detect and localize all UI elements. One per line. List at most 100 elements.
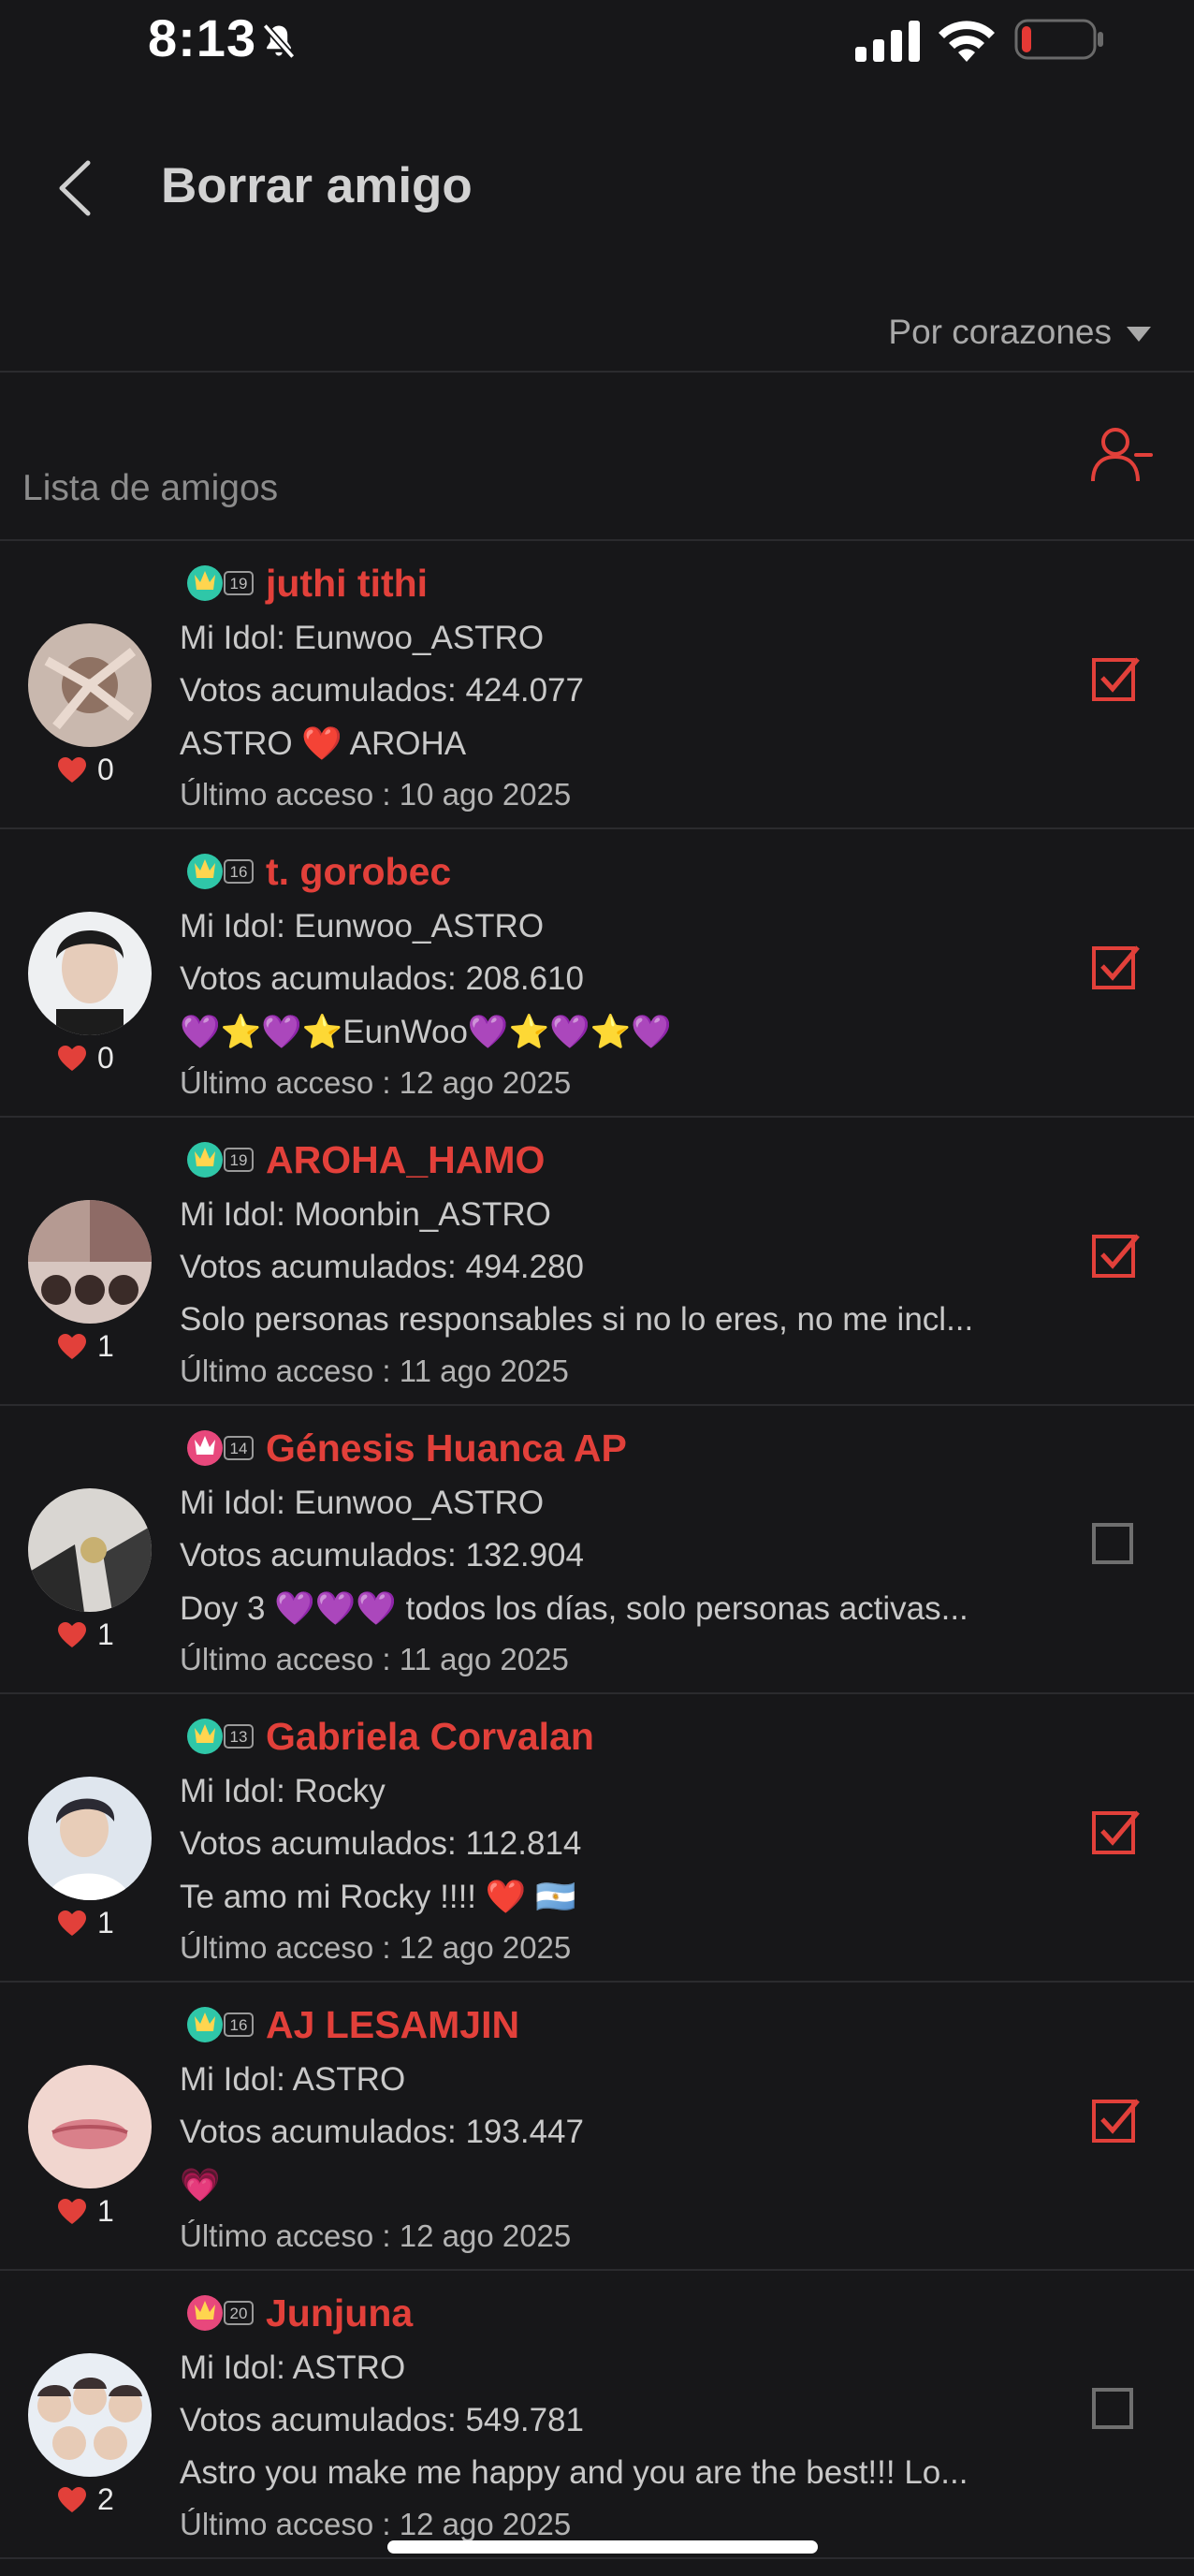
friend-idol: Mi Idol: Moonbin_ASTRO	[180, 1196, 551, 1233]
friend-row[interactable]: 0 16 t. gorobec Mi Idol: Eunwoo_ASTRO Vo…	[0, 829, 1194, 1118]
heart-icon	[58, 1333, 86, 1359]
svg-text:16: 16	[230, 2016, 248, 2034]
friend-bio: 💗	[180, 2167, 221, 2203]
friend-idol: Mi Idol: Eunwoo_ASTRO	[180, 908, 545, 944]
friend-name[interactable]: t. gorobec	[266, 850, 451, 894]
friend-idol: Mi Idol: Rocky	[180, 1773, 386, 1809]
friend-bio: ASTRO ❤️ AROHA	[180, 725, 467, 762]
heart-icon	[58, 756, 86, 783]
heart-icon	[58, 1621, 86, 1647]
checkbox-checked[interactable]	[1091, 1230, 1142, 1281]
level-badge-icon: 19	[187, 1142, 254, 1178]
level-badge-icon: 16	[187, 854, 254, 889]
friend-row[interactable]: 1 14 Génesis Huanca AP Mi Idol: Eunwoo_A…	[0, 1406, 1194, 1694]
hearts-count: 0	[58, 753, 114, 787]
friend-votes: Votos acumulados: 193.447	[180, 2114, 584, 2150]
status-bar: 8:13	[0, 0, 1194, 84]
sort-dropdown[interactable]: Por corazones	[888, 313, 1151, 352]
friend-idol: Mi Idol: ASTRO	[180, 2349, 406, 2386]
level-badge-icon: 14	[187, 1430, 254, 1466]
svg-text:14: 14	[230, 1440, 248, 1457]
svg-text:13: 13	[230, 1728, 248, 1746]
friend-votes: Votos acumulados: 112.814	[180, 1825, 582, 1862]
avatar	[28, 1777, 152, 1900]
checkbox-unchecked[interactable]	[1091, 2383, 1142, 2434]
friend-name[interactable]: Génesis Huanca AP	[266, 1427, 627, 1471]
checkbox-unchecked[interactable]	[1091, 1518, 1142, 1569]
remove-user-icon[interactable]	[1087, 423, 1153, 489]
friend-votes: Votos acumulados: 549.781	[180, 2402, 584, 2438]
friend-bio: Te amo mi Rocky !!!! ❤️ 🇦🇷	[180, 1879, 576, 1915]
heart-icon	[58, 2486, 86, 2512]
friend-idol: Mi Idol: ASTRO	[180, 2061, 406, 2098]
divider	[0, 371, 1194, 373]
level-badge-icon: 20	[187, 2295, 254, 2331]
friend-last-access: Último acceso : 12 ago 2025	[180, 1930, 572, 1965]
friend-votes: Votos acumulados: 208.610	[180, 960, 584, 997]
friend-row[interactable]: 1 19 AROHA_HAMO Mi Idol: Moonbin_ASTRO V…	[0, 1118, 1194, 1406]
friend-name[interactable]: juthi tithi	[266, 562, 428, 606]
svg-text:19: 19	[230, 575, 248, 593]
heart-icon	[58, 1910, 86, 1936]
friend-bio: Doy 3 💜💜💜 todos los días, solo personas …	[180, 1590, 968, 1627]
friend-list: 0 19 juthi tithi Mi Idol: Eunwoo_ASTRO V…	[0, 541, 1194, 2559]
avatar	[28, 2353, 152, 2477]
friend-row[interactable]: 0 19 juthi tithi Mi Idol: Eunwoo_ASTRO V…	[0, 541, 1194, 829]
hearts-count: 1	[58, 1329, 114, 1364]
home-indicator[interactable]	[387, 2540, 818, 2554]
signal-icon	[855, 21, 920, 62]
hearts-count: 1	[58, 1617, 114, 1652]
checkbox-checked[interactable]	[1091, 2095, 1142, 2145]
friend-last-access: Último acceso : 10 ago 2025	[180, 777, 572, 812]
level-badge-icon: 13	[187, 1719, 254, 1754]
hearts-count: 2	[58, 2482, 114, 2517]
friend-last-access: Último acceso : 12 ago 2025	[180, 2507, 572, 2541]
hearts-count: 1	[58, 2194, 114, 2229]
friend-row[interactable]: 1 16 AJ LESAMJIN Mi Idol: ASTRO Votos ac…	[0, 1983, 1194, 2271]
battery-icon	[1014, 19, 1103, 60]
friend-row[interactable]: 1 13 Gabriela Corvalan Mi Idol: Rocky Vo…	[0, 1694, 1194, 1983]
heart-icon	[58, 2198, 86, 2224]
page-title: Borrar amigo	[161, 158, 473, 213]
checkbox-checked[interactable]	[1091, 653, 1142, 704]
friend-idol: Mi Idol: Eunwoo_ASTRO	[180, 620, 545, 656]
friend-bio: 💜⭐💜⭐EunWoo💜⭐💜⭐💜	[180, 1014, 672, 1050]
friend-last-access: Último acceso : 12 ago 2025	[180, 2218, 572, 2253]
avatar	[28, 1488, 152, 1612]
avatar	[28, 1200, 152, 1324]
svg-text:19: 19	[230, 1151, 248, 1169]
heart-icon	[58, 1045, 86, 1071]
friends-list-label: Lista de amigos	[22, 468, 279, 508]
friend-name[interactable]: AJ LESAMJIN	[266, 2003, 519, 2047]
level-badge-icon: 19	[187, 565, 254, 601]
status-time: 8:13	[148, 8, 257, 67]
friend-name[interactable]: Junjuna	[266, 2291, 413, 2335]
avatar	[28, 2065, 152, 2188]
avatar	[28, 623, 152, 747]
back-chevron-icon[interactable]	[54, 157, 97, 219]
checkbox-checked[interactable]	[1091, 942, 1142, 992]
friend-name[interactable]: AROHA_HAMO	[266, 1138, 545, 1182]
friend-last-access: Último acceso : 12 ago 2025	[180, 1065, 572, 1100]
friend-bio: Solo personas responsables si no lo eres…	[180, 1301, 974, 1338]
wifi-icon	[939, 21, 995, 62]
hearts-count: 0	[58, 1041, 114, 1076]
friend-last-access: Último acceso : 11 ago 2025	[180, 1354, 569, 1388]
svg-text:20: 20	[230, 2305, 248, 2322]
sort-label: Por corazones	[888, 313, 1112, 351]
friend-row[interactable]: 2 20 Junjuna Mi Idol: ASTRO Votos acumul…	[0, 2271, 1194, 2559]
friend-votes: Votos acumulados: 132.904	[180, 1537, 584, 1573]
dropdown-arrow-icon	[1127, 327, 1151, 342]
friend-bio: Astro you make me happy and you are the …	[180, 2454, 968, 2491]
level-badge-icon: 16	[187, 2007, 254, 2042]
friend-idol: Mi Idol: Eunwoo_ASTRO	[180, 1485, 545, 1521]
friend-votes: Votos acumulados: 494.280	[180, 1249, 584, 1285]
friend-name[interactable]: Gabriela Corvalan	[266, 1715, 594, 1759]
avatar	[28, 912, 152, 1035]
friend-votes: Votos acumulados: 424.077	[180, 672, 584, 709]
checkbox-checked[interactable]	[1091, 1807, 1142, 1857]
svg-text:16: 16	[230, 863, 248, 881]
hearts-count: 1	[58, 1906, 114, 1940]
bell-mute-icon	[262, 23, 296, 59]
friend-last-access: Último acceso : 11 ago 2025	[180, 1642, 569, 1676]
